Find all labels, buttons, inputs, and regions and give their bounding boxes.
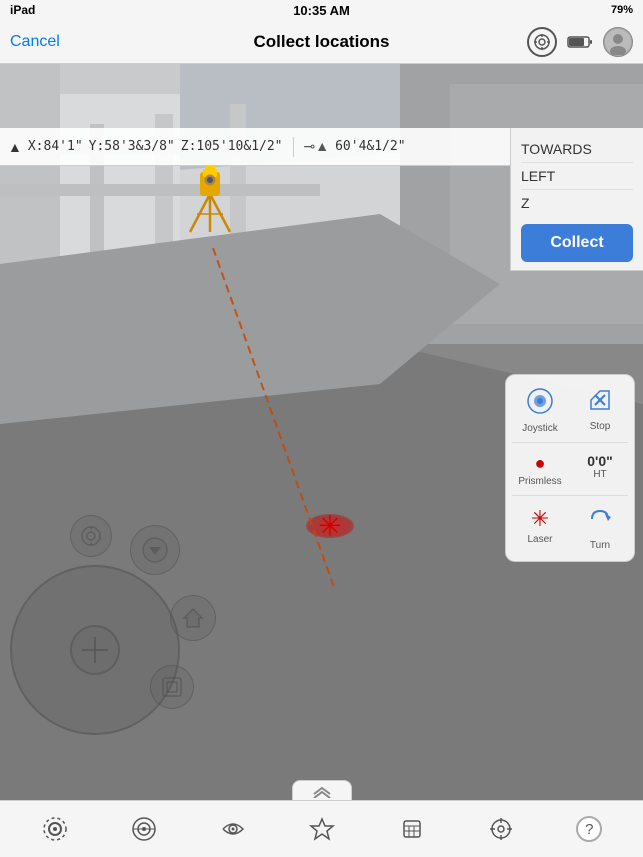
user-avatar[interactable] — [603, 27, 633, 57]
layers-icon — [130, 815, 158, 843]
prismless-icon: ● — [535, 453, 546, 474]
page-title: Collect locations — [253, 32, 389, 52]
divider-h — [512, 442, 628, 443]
stop-icon — [587, 387, 613, 419]
stop-cell[interactable]: Stop — [572, 381, 628, 438]
scan-toolbar-btn[interactable] — [33, 811, 77, 847]
eye-toolbar-btn[interactable] — [211, 811, 255, 847]
divider-h2 — [512, 495, 628, 496]
bookmark-toolbar-btn[interactable] — [300, 811, 344, 847]
time-display: 10:35 AM — [293, 3, 350, 18]
laser-cell[interactable]: ✳ Laser — [512, 500, 568, 555]
turn-cell[interactable]: Turn — [572, 500, 628, 555]
battery-icon — [565, 27, 595, 57]
status-bar: iPad 10:35 AM 79% — [0, 0, 643, 20]
ht-cell[interactable]: 0'0" HT — [572, 447, 628, 491]
stop-label: Stop — [590, 421, 611, 432]
y-coord: Y:58'3&3/8" — [89, 139, 175, 154]
ht-value: 0'0" — [587, 453, 613, 469]
bottom-toolbar: ? — [0, 800, 643, 857]
battery-display: 79% — [611, 4, 633, 16]
bookmark-icon — [308, 815, 336, 843]
z-coord: Z:105'10&1/2" — [181, 139, 283, 154]
crosshair-toolbar-btn[interactable] — [479, 811, 523, 847]
scan-icon — [41, 815, 69, 843]
scene-view[interactable]: ▲ X:84'1" Y:58'3&3/8" Z:105'10&1/2" ⊸▲ 6… — [0, 64, 643, 800]
ht-label: HT — [593, 469, 606, 480]
left-row: LEFT — [521, 163, 633, 190]
help-toolbar-btn[interactable]: ? — [568, 812, 610, 846]
separator — [293, 137, 294, 157]
turn-label: Turn — [590, 540, 610, 551]
nav-icons — [527, 27, 633, 57]
joystick-area[interactable] — [10, 515, 230, 735]
scroll-down-btn[interactable] — [130, 525, 180, 575]
joystick-icon — [526, 387, 554, 421]
zoom-btn[interactable] — [70, 515, 112, 557]
z-row: Z — [521, 190, 633, 216]
prismless-label: Prismless — [518, 476, 561, 487]
warning-icon: ▲ — [8, 139, 22, 155]
info-panel: TOWARDS LEFT Z Collect — [510, 128, 643, 271]
towards-row: TOWARDS — [521, 136, 633, 163]
chevron-up-handle[interactable] — [292, 780, 352, 800]
layers-toolbar-btn[interactable] — [122, 811, 166, 847]
dpad-center[interactable] — [70, 625, 120, 675]
coord-bar: ▲ X:84'1" Y:58'3&3/8" Z:105'10&1/2" ⊸▲ 6… — [0, 128, 510, 166]
bearing-value: 60'4&1/2" — [335, 139, 405, 154]
eye-icon — [219, 815, 247, 843]
bearing-icon: ⊸▲ — [304, 138, 330, 155]
surveying-instrument — [185, 154, 235, 234]
laser-icon: ✳ — [531, 506, 549, 532]
device-label: iPad — [10, 3, 35, 17]
x-coord: X:84'1" — [28, 139, 83, 154]
home-btn[interactable] — [170, 595, 216, 641]
crosshair-icon — [487, 815, 515, 843]
nav-bar: Cancel Collect locations — [0, 20, 643, 64]
collect-button[interactable]: Collect — [521, 224, 633, 262]
instrument-panel: Joystick Stop ● Prismless 0'0" HT — [505, 374, 635, 562]
cancel-button[interactable]: Cancel — [10, 33, 60, 51]
target-icon[interactable] — [527, 27, 557, 57]
joystick-cell[interactable]: Joystick — [512, 381, 568, 438]
prismless-cell[interactable]: ● Prismless — [512, 447, 568, 491]
turn-icon — [587, 506, 613, 538]
laser-label: Laser — [527, 534, 552, 545]
joystick-label: Joystick — [522, 423, 558, 434]
key-toolbar-btn[interactable] — [390, 811, 434, 847]
key-icon — [398, 815, 426, 843]
laser-dot — [306, 514, 354, 538]
help-icon: ? — [576, 816, 602, 842]
expand-btn[interactable] — [150, 665, 194, 709]
